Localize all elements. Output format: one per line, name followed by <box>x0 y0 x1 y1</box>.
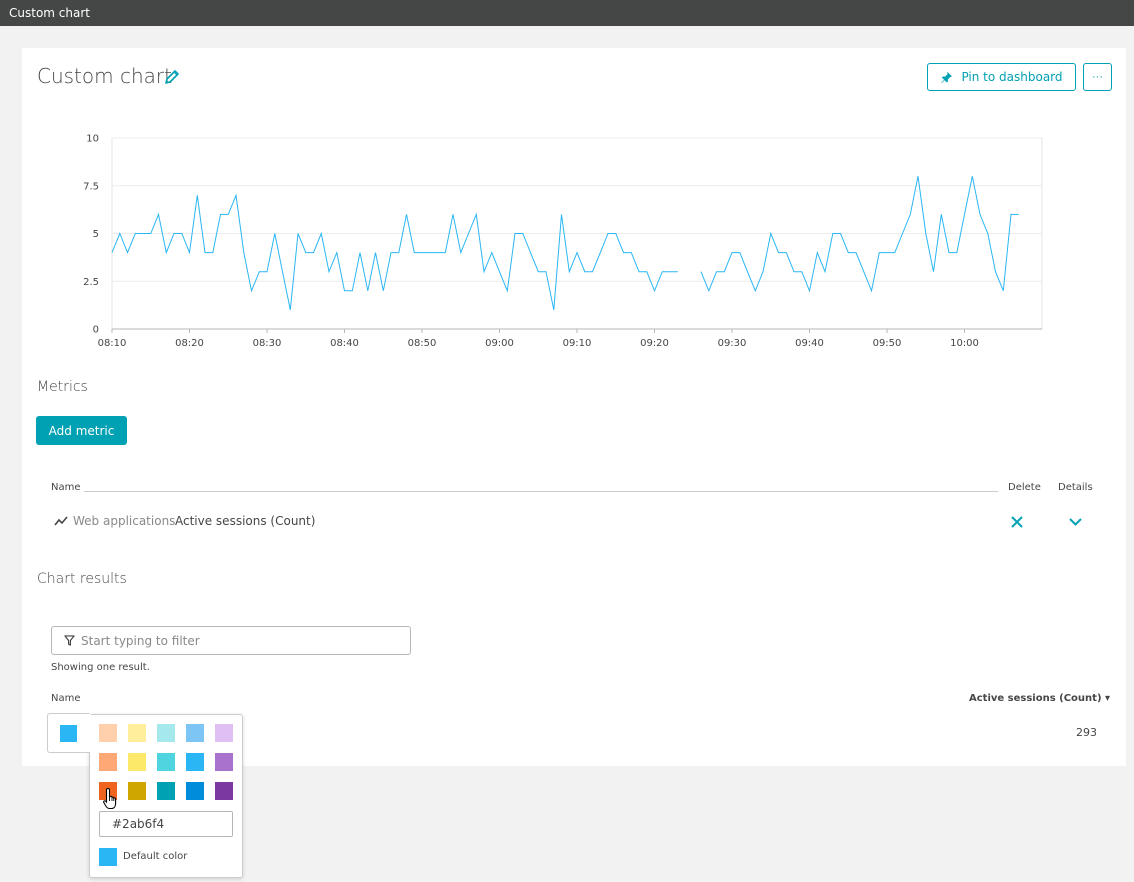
results-col-sort-header[interactable]: Active sessions (Count) ▾ <box>969 693 1110 704</box>
x-tick-label: 09:10 <box>563 338 592 349</box>
x-tick-label: 09:40 <box>795 338 824 349</box>
pin-to-dashboard-label: Pin to dashboard <box>961 70 1063 84</box>
palette-swatch[interactable] <box>157 753 175 771</box>
x-tick-label: 09:00 <box>485 338 514 349</box>
metrics-section-title: Metrics <box>37 379 88 395</box>
line-chart: 0 2.5 5 7.5 10 08:10 08:20 08:30 08:40 08:50 09:00… <box>83 134 1043 349</box>
x-tick-label: 10:00 <box>950 338 979 349</box>
palette-swatch[interactable] <box>99 753 117 771</box>
add-metric-button[interactable]: Add metric <box>36 416 127 445</box>
x-tick-label: 08:10 <box>98 338 127 349</box>
metric-source: Web applications <box>73 514 176 528</box>
page-title: Custom chart <box>37 64 172 88</box>
results-col-name: Name <box>51 693 81 704</box>
default-color-label[interactable]: Default color <box>123 851 187 862</box>
palette-swatch[interactable] <box>215 753 233 771</box>
x-tick-label: 08:30 <box>253 338 282 349</box>
palette-swatch[interactable] <box>128 753 146 771</box>
chart-results-title: Chart results <box>37 571 127 587</box>
y-tick-label: 7.5 <box>83 181 99 192</box>
palette-swatch[interactable] <box>157 782 175 800</box>
x-tick-label: 09:30 <box>718 338 747 349</box>
more-options-button[interactable]: ··· <box>1083 63 1112 91</box>
hex-color-input[interactable] <box>99 811 233 837</box>
more-options-label: ··· <box>1092 71 1103 83</box>
default-color-swatch[interactable] <box>99 848 117 866</box>
y-tick-label: 0 <box>93 325 99 336</box>
metrics-col-name: Name <box>51 482 81 493</box>
palette-swatch[interactable] <box>99 724 117 742</box>
palette-swatch[interactable] <box>128 724 146 742</box>
palette-swatch[interactable] <box>186 724 204 742</box>
palette-swatch[interactable] <box>186 782 204 800</box>
y-tick-label: 5 <box>93 229 99 240</box>
x-tick-label: 09:20 <box>640 338 669 349</box>
palette-swatch[interactable] <box>215 724 233 742</box>
delete-icon[interactable] <box>1011 516 1023 528</box>
filter-icon <box>64 635 75 646</box>
window-title: Custom chart <box>9 6 90 20</box>
palette-swatch[interactable] <box>128 782 146 800</box>
window-titlebar: Custom chart <box>0 0 1134 26</box>
pin-to-dashboard-button[interactable]: Pin to dashboard <box>927 63 1076 91</box>
filter-input[interactable] <box>81 633 401 648</box>
y-tick-label: 2.5 <box>83 277 99 288</box>
x-tick-label: 08:20 <box>175 338 204 349</box>
palette-swatch[interactable] <box>186 753 204 771</box>
line-chart-icon <box>54 516 68 526</box>
result-value: 293 <box>1076 726 1097 739</box>
x-tick-label: 08:40 <box>330 338 359 349</box>
edit-pencil-icon[interactable] <box>164 69 180 85</box>
metrics-header-divider <box>84 491 998 492</box>
x-tick-label: 08:50 <box>408 338 437 349</box>
metrics-col-details: Details <box>1058 482 1093 493</box>
results-filter[interactable] <box>51 626 411 655</box>
pin-icon <box>941 71 953 83</box>
series-line <box>111 193 678 311</box>
metrics-col-delete: Delete <box>1008 482 1041 493</box>
palette-swatch[interactable] <box>157 724 175 742</box>
chevron-down-icon[interactable] <box>1069 518 1082 526</box>
x-tick-label: 09:50 <box>873 338 902 349</box>
metric-name: Active sessions (Count) <box>175 514 316 528</box>
current-color-swatch[interactable] <box>60 725 77 742</box>
hand-cursor-icon <box>103 787 117 810</box>
results-count: Showing one result. <box>51 662 150 673</box>
palette-swatch[interactable] <box>215 782 233 800</box>
y-tick-label: 10 <box>86 134 99 145</box>
